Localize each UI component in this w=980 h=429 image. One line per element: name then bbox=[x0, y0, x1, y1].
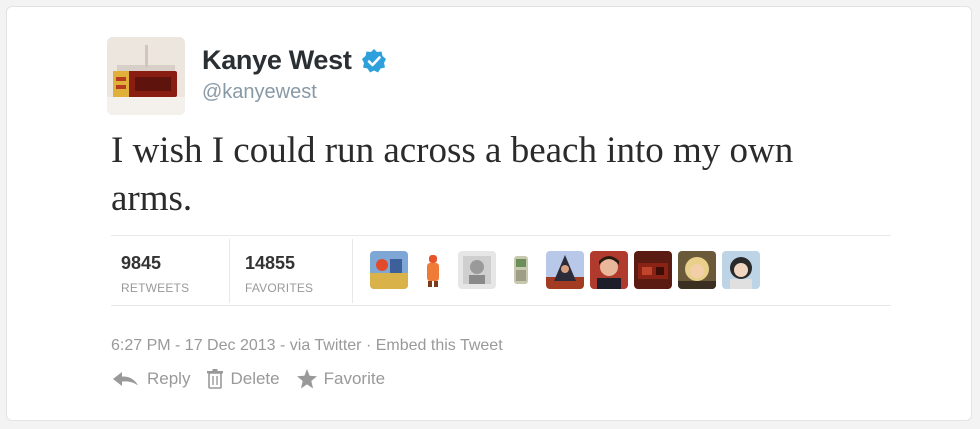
favorites-count: 14855 bbox=[245, 253, 296, 273]
reply-arrow-icon bbox=[113, 372, 138, 386]
favoriter-avatar[interactable] bbox=[722, 251, 760, 289]
reply-button[interactable]: Reply bbox=[111, 369, 190, 389]
favoriter-avatar[interactable] bbox=[370, 251, 408, 289]
author-handle[interactable]: @kanyewest bbox=[202, 81, 317, 104]
favoriter-avatar[interactable] bbox=[502, 251, 540, 289]
favoriter-avatar[interactable] bbox=[414, 251, 452, 289]
author-name[interactable]: Kanye West bbox=[202, 45, 352, 76]
delete-button[interactable]: Delete bbox=[206, 369, 280, 389]
verified-badge-icon bbox=[361, 48, 386, 72]
tweet-source: via Twitter bbox=[289, 337, 362, 354]
tweet-meta: 6:27 PM - 17 Dec 2013 - via Twitter · Em… bbox=[111, 337, 503, 354]
delete-label: Delete bbox=[230, 369, 280, 388]
tweet-text: I wish I could run across a beach into m… bbox=[111, 130, 794, 219]
star-icon bbox=[296, 369, 317, 389]
favorites-label: FAVORITES bbox=[245, 281, 314, 295]
favoriter-avatar[interactable] bbox=[546, 251, 584, 289]
stats-bottom-divider bbox=[111, 305, 891, 306]
tweet-timestamp[interactable]: 6:27 PM - 17 Dec 2013 bbox=[111, 337, 276, 354]
meta-separator: · bbox=[365, 337, 372, 354]
stats-divider bbox=[229, 239, 230, 303]
stats-divider bbox=[352, 239, 353, 303]
embed-tweet-link[interactable]: Embed this Tweet bbox=[376, 337, 503, 354]
retweets-stat[interactable]: 9845 RETWEETS bbox=[121, 253, 189, 295]
stats-top-divider bbox=[111, 235, 891, 236]
favorite-label: Favorite bbox=[323, 369, 386, 388]
author-row: Kanye West bbox=[202, 45, 387, 76]
favorites-stat[interactable]: 14855 FAVORITES bbox=[245, 253, 313, 295]
profile-avatar[interactable] bbox=[107, 37, 185, 115]
favoriter-avatars bbox=[370, 251, 760, 289]
favoriter-avatar[interactable] bbox=[678, 251, 716, 289]
favoriter-avatar[interactable] bbox=[458, 251, 496, 289]
favoriter-avatar[interactable] bbox=[590, 251, 628, 289]
trash-icon bbox=[207, 369, 224, 389]
reply-label: Reply bbox=[147, 369, 191, 388]
tweet-card: Kanye West @kanyewest I wish I could run… bbox=[6, 6, 972, 421]
tweet-actions: Reply Delete Favorite bbox=[111, 369, 401, 389]
favoriter-avatar[interactable] bbox=[634, 251, 672, 289]
favorite-button[interactable]: Favorite bbox=[296, 369, 385, 389]
retweets-count: 9845 bbox=[121, 253, 162, 273]
retweets-label: RETWEETS bbox=[121, 281, 190, 295]
